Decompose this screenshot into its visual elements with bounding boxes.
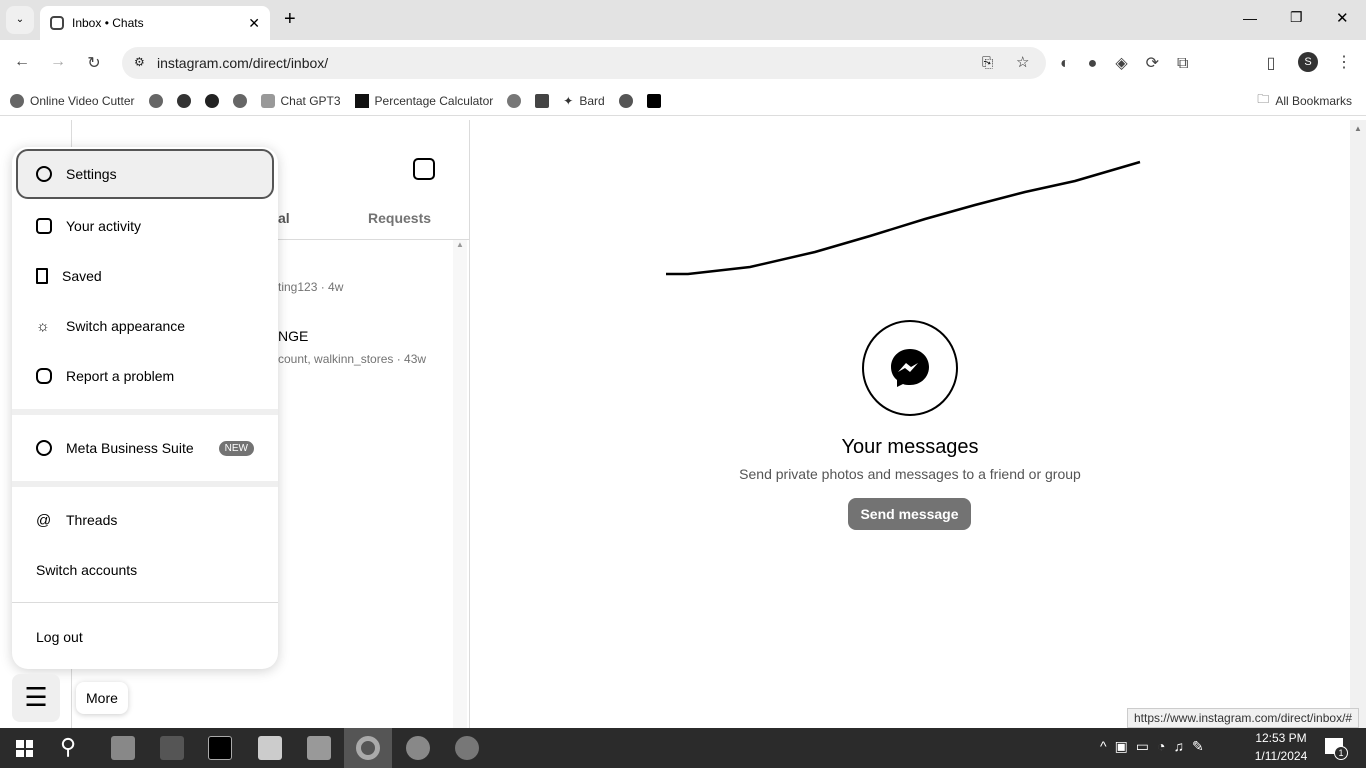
activity-icon <box>36 218 52 234</box>
profile-avatar[interactable]: S <box>1298 52 1318 72</box>
page-scrollbar[interactable]: ▲ <box>1350 120 1366 728</box>
folder-icon: 🗀 <box>1257 92 1270 106</box>
bookmark-bard[interactable]: ✦ Bard <box>563 94 604 108</box>
tab-search-button[interactable]: ⌄ <box>6 6 34 34</box>
system-tray-icons[interactable]: ^▣▭◔♫✎ <box>1100 738 1212 755</box>
menu-item-threads[interactable]: @ Threads <box>12 495 278 545</box>
forward-icon[interactable]: → <box>47 53 69 71</box>
menu-item-meta-business-suite[interactable]: Meta Business Suite NEW <box>12 423 278 473</box>
divider <box>12 481 278 487</box>
new-badge: NEW <box>218 440 254 456</box>
tab-strip: ⌄ Inbox • Chats ✕ + — ❐ ✕ <box>0 0 1366 40</box>
inbox-scrollbar[interactable]: ▲ <box>453 240 467 728</box>
status-url: https://www.instagram.com/direct/inbox/# <box>1127 708 1360 728</box>
notification-count: 1 <box>1334 746 1348 760</box>
sparkle-icon: ✦ <box>563 93 574 108</box>
edge-icon[interactable] <box>455 736 479 760</box>
bookmark-reddit[interactable] <box>618 93 633 108</box>
snipping-tool-icon[interactable] <box>406 736 430 760</box>
menu-item-report-problem[interactable]: Report a problem <box>12 351 278 401</box>
tab-title: Inbox • Chats <box>72 16 144 30</box>
bookmark-linkedin[interactable] <box>535 93 550 108</box>
drawn-line <box>666 160 1141 276</box>
thread-name[interactable]: NGE <box>278 328 308 344</box>
menu-icon[interactable]: ⋮ <box>1333 52 1355 72</box>
messages-main: Your messages Send private photos and me… <box>470 120 1350 728</box>
instagram-icon <box>50 16 64 30</box>
bookmark-medium[interactable] <box>646 93 661 108</box>
menu-item-switch-appearance[interactable]: ☼ Switch appearance <box>12 301 278 351</box>
restore-button[interactable]: ❐ <box>1290 9 1303 26</box>
new-tab-button[interactable]: + <box>284 8 296 31</box>
star-icon[interactable]: ☆ <box>1016 53 1029 71</box>
start-icon[interactable] <box>16 740 33 757</box>
thread-item[interactable]: ting123 · 4w <box>278 280 343 294</box>
menu-item-your-activity[interactable]: Your activity <box>12 201 278 251</box>
all-bookmarks[interactable]: 🗀 All Bookmarks <box>1257 90 1352 111</box>
menu-item-settings[interactable]: Settings <box>16 149 274 199</box>
hamburger-icon: ☰ <box>24 682 48 712</box>
reload-icon[interactable]: ↻ <box>83 53 105 73</box>
sublime-icon[interactable] <box>160 736 184 760</box>
url-text[interactable]: instagram.com/direct/inbox/ <box>157 55 328 71</box>
tab-requests[interactable]: Requests <box>368 210 431 226</box>
terminal-icon[interactable] <box>208 736 232 760</box>
more-button[interactable]: ☰ <box>12 674 60 722</box>
close-tab-icon[interactable]: ✕ <box>248 15 260 32</box>
sticky-notes-icon[interactable] <box>258 736 282 760</box>
bookmark-whatsapp[interactable] <box>507 93 522 108</box>
bookmark-online-video-cutter[interactable]: Online Video Cutter <box>10 93 135 108</box>
tab-inbox[interactable]: Inbox • Chats ✕ <box>40 6 270 40</box>
bookmark-percentage-calculator[interactable]: Percentage Calculator <box>354 93 493 108</box>
tab-general[interactable]: al <box>278 210 290 226</box>
menu-item-saved[interactable]: Saved <box>12 251 278 301</box>
divider <box>12 602 278 603</box>
clock-date[interactable]: 1/11/2024 <box>1250 749 1312 763</box>
more-tooltip: More <box>76 682 128 714</box>
settings-icon <box>36 166 52 182</box>
threads-icon: @ <box>36 511 52 529</box>
subtitle: Send private photos and messages to a fr… <box>739 466 1081 482</box>
bookmark-369[interactable] <box>232 93 247 108</box>
side-panel-icon[interactable]: ▯ <box>1260 53 1282 73</box>
bookmark-chat-gpt3[interactable]: Chat GPT3 <box>260 93 341 108</box>
address-bar[interactable]: ⚙ instagram.com/direct/inbox/ ⎘ ☆ <box>122 47 1046 79</box>
page-title: Your messages <box>841 436 979 458</box>
thread-item[interactable]: count, walkinn_stores · 43w <box>278 352 426 366</box>
git-icon[interactable] <box>111 736 135 760</box>
bookmark-icon <box>36 268 48 284</box>
divider <box>12 409 278 415</box>
meta-icon <box>36 440 52 456</box>
close-window-button[interactable]: ✕ <box>1336 9 1349 27</box>
file-explorer-icon[interactable] <box>307 736 331 760</box>
bookmark-facebook[interactable] <box>176 93 191 108</box>
send-message-button[interactable]: Send message <box>848 498 971 530</box>
new-message-icon[interactable] <box>413 158 435 180</box>
report-icon <box>36 368 52 384</box>
extension-icons[interactable]: ◐●◈⟳⧉ <box>1060 53 1260 73</box>
back-icon[interactable]: ← <box>11 53 33 71</box>
chrome-taskbar-button[interactable] <box>344 728 392 768</box>
menu-item-switch-accounts[interactable]: Switch accounts <box>12 545 278 595</box>
bookmark-github[interactable] <box>204 93 219 108</box>
bookmarks-bar: Online Video Cutter Chat GPT3 Percentage… <box>0 86 1366 116</box>
install-icon[interactable]: ⎘ <box>982 54 993 71</box>
messenger-icon <box>862 320 958 416</box>
clock-time[interactable]: 12:53 PM <box>1250 731 1312 745</box>
minimize-button[interactable]: — <box>1243 10 1257 26</box>
bookmark-upwork[interactable] <box>148 93 163 108</box>
sun-icon: ☼ <box>36 317 50 335</box>
site-info-icon[interactable]: ⚙ <box>134 55 145 69</box>
search-icon[interactable]: ⚲ <box>60 734 76 760</box>
menu-item-log-out[interactable]: Log out <box>12 612 278 662</box>
taskbar: ⚲ ^▣▭◔♫✎ 12:53 PM 1/11/2024 1 <box>0 728 1366 768</box>
more-menu: Settings Your activity Saved ☼ Switch app… <box>12 147 278 669</box>
